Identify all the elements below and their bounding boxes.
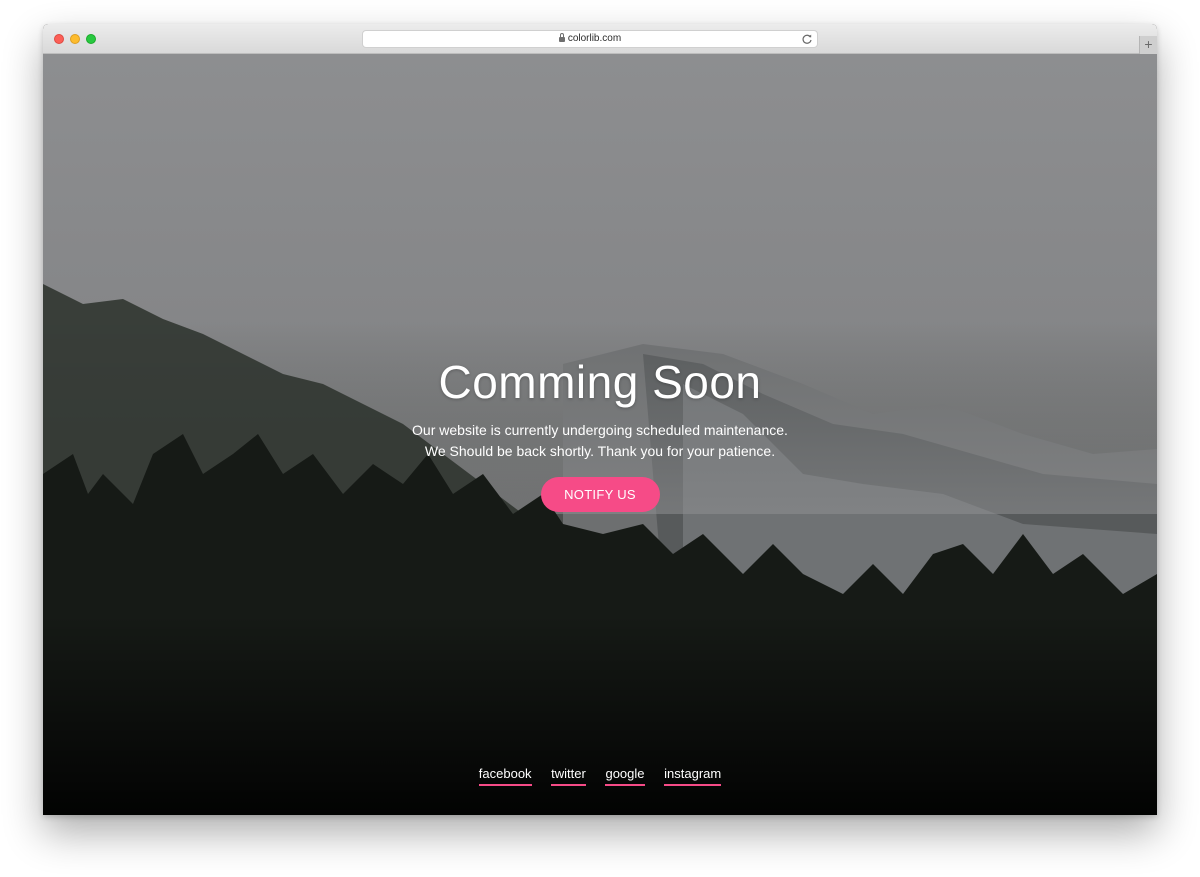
browser-titlebar: colorlib.com + [43,24,1157,54]
hero-line-2: We Should be back shortly. Thank you for… [424,443,776,459]
twitter-link[interactable]: twitter [551,766,586,786]
new-tab-button[interactable]: + [1139,36,1157,54]
hero-line-1: Our website is currently undergoing sche… [412,422,788,438]
page-viewport: Comming Soon Our website is currently un… [43,54,1157,815]
page-title: Comming Soon [438,356,762,408]
instagram-link[interactable]: instagram [664,766,722,786]
hero-description: Our website is currently undergoing sche… [43,420,1157,462]
address-bar[interactable]: colorlib.com [362,30,818,48]
social-links: facebook twitter google instagram [43,766,1157,786]
notify-us-button[interactable]: NOTIFY US [540,477,660,512]
hero-section: Comming Soon Our website is currently un… [43,354,1157,512]
lock-icon [558,33,565,42]
facebook-link[interactable]: facebook [478,766,532,786]
url-text: colorlib.com [567,33,622,44]
minimize-window-button[interactable] [70,34,80,44]
browser-window: colorlib.com + Comming Soon Our website … [43,24,1157,815]
address-text: colorlib.com [363,33,817,45]
maximize-window-button[interactable] [86,34,96,44]
close-window-button[interactable] [54,34,64,44]
google-link[interactable]: google [605,766,645,786]
reload-icon[interactable] [801,33,813,45]
